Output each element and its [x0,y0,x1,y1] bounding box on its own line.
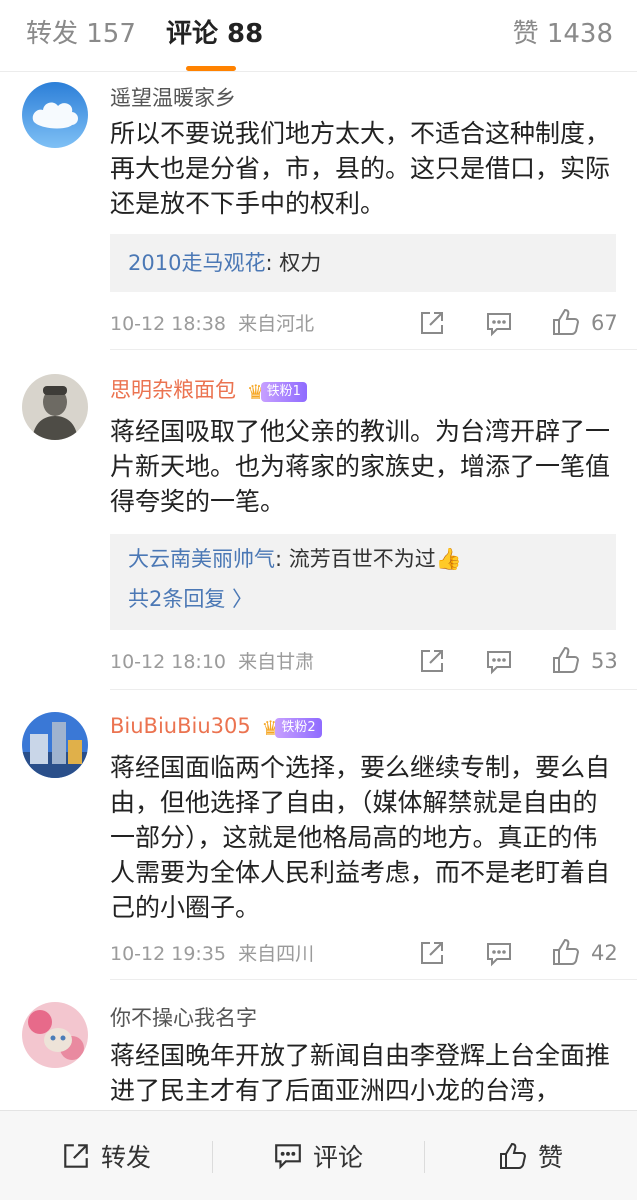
like-count: 42 [591,941,618,965]
comment-meta: 10-12 19:35 来自四川 [110,940,314,968]
like-count: 53 [591,649,618,673]
comment-text: 所以不要说我们地方太大，不适合这种制度，再大也是分省，市，县的。这只是借口，实际… [110,119,611,218]
active-tab-indicator [186,66,236,71]
thumbs-up-icon[interactable] [551,307,581,337]
fan-badge-label: 铁粉1 [260,381,307,402]
comment-item: 遥望温暖家乡 所以不要说我们地方太大，不适合这种制度，再大也是分省，市，县的。这… [0,72,637,350]
reply-text: : 权力 [265,251,322,275]
comment-item: 你不操心我名字 蒋经国晚年开放了新闻自由李登辉上台全面推进了民主才有了后面亚洲四… [0,980,637,1110]
tab-bar: 转发 157 评论 88 赞 1438 [0,0,637,72]
fan-badge-label: 铁粉2 [275,717,322,738]
reply-line: 2010走马观花: 权力 [128,248,321,278]
share-icon[interactable] [418,647,446,677]
comment-location: 来自甘肃 [238,651,315,673]
comment-location: 来自河北 [238,313,315,335]
reply-preview[interactable]: 大云南美丽帅气: 流芳百世不为过👍 共2条回复 〉 [110,534,616,630]
bottom-action-bar: 转发 评论 赞 [0,1110,637,1200]
avatar[interactable] [22,374,88,440]
thumbs-up-icon[interactable] [551,937,581,967]
tab-repost[interactable]: 转发 157 [26,16,136,52]
reply-username[interactable]: 大云南美丽帅气 [128,547,275,571]
comment-username[interactable]: 思明杂粮面包 ♛ 铁粉1 [110,376,307,406]
tab-comment[interactable]: 评论 88 [166,16,263,52]
comment-icon[interactable] [485,940,513,970]
comment-username[interactable]: 你不操心我名字 [110,1004,257,1032]
more-replies-link[interactable]: 共2条回复 〉 [128,584,253,614]
share-icon[interactable] [418,939,446,969]
comment-time: 10-12 18:10 [110,651,227,673]
thumbs-up-icon [499,1142,526,1169]
comment-item: 思明杂粮面包 ♛ 铁粉1 蒋经国吸取了他父亲的教训。为台湾开辟了一片新天地。也为蒋… [0,350,637,690]
reply-preview[interactable]: 2010走马观花: 权力 [110,234,616,292]
share-icon[interactable] [418,309,446,339]
comment-meta: 10-12 18:38 来自河北 [110,310,314,338]
comment-username-text: BiuBiuBiu305 [110,714,251,738]
tab-like[interactable]: 赞 1438 [513,16,613,52]
comment-icon[interactable] [485,648,513,678]
comment-text: 蒋经国面临两个选择，要么继续专制，要么自由，但他选择了自由，（媒体解禁就是自由的… [110,753,611,922]
comment-time: 10-12 18:38 [110,313,227,335]
like-button-label: 赞 [537,1143,563,1172]
like-count: 67 [591,311,618,335]
like-button[interactable]: 赞 [424,1111,637,1200]
avatar[interactable] [22,1002,88,1068]
comment-username[interactable]: BiuBiuBiu305 ♛ 铁粉2 [110,712,322,742]
comment-button-label: 评论 [312,1143,363,1172]
comment-item: BiuBiuBiu305 ♛ 铁粉2 蒋经国面临两个选择，要么继续专制，要么自由，… [0,690,637,980]
comment-text: 蒋经国吸取了他父亲的教训。为台湾开辟了一片新天地。也为蒋家的家族史，增添了一笔值… [110,417,611,516]
reply-text: : 流芳百世不为过👍 [275,547,462,571]
reply-username[interactable]: 2010走马观花 [128,251,265,275]
repost-button-label: 转发 [100,1143,151,1172]
share-icon [64,1144,88,1168]
fan-badge[interactable]: ♛ 铁粉2 [261,713,322,742]
comment-username[interactable]: 遥望温暖家乡 [110,84,236,112]
reply-line: 大云南美丽帅气: 流芳百世不为过👍 [128,544,462,574]
comment-location: 来自四川 [238,943,315,965]
comment-username-text: 思明杂粮面包 [110,378,236,402]
repost-button[interactable]: 转发 [0,1111,212,1200]
fan-badge[interactable]: ♛ 铁粉1 [247,377,307,406]
comment-button[interactable]: 评论 [212,1111,424,1200]
thumbs-up-icon[interactable] [551,645,581,675]
comment-time: 10-12 19:35 [110,943,227,965]
avatar[interactable] [22,712,88,778]
avatar[interactable] [22,82,88,148]
comment-text: 蒋经国晚年开放了新闻自由李登辉上台全面推进了民主才有了后面亚洲四小龙的台湾， [110,1041,611,1105]
comment-icon[interactable] [485,310,513,340]
comment-icon [275,1144,301,1170]
comment-meta: 10-12 18:10 来自甘肃 [110,648,314,676]
